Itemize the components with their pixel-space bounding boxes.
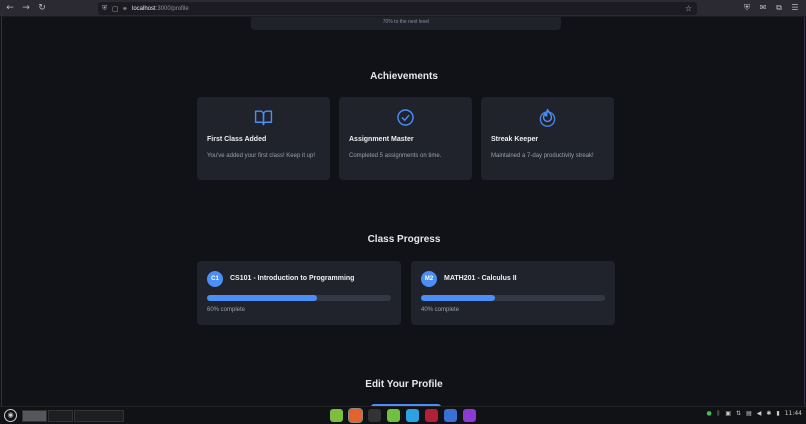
check-circle-icon bbox=[397, 109, 414, 126]
battery-icon[interactable]: ▮ bbox=[776, 410, 779, 417]
edit-profile-title: Edit Your Profile bbox=[365, 379, 443, 390]
connection-icon: ⚭ bbox=[122, 4, 128, 13]
volume-icon[interactable]: ◀ bbox=[757, 410, 762, 417]
workspace-1[interactable] bbox=[22, 410, 47, 422]
pocket-icon[interactable]: ⛨ bbox=[742, 2, 752, 14]
settings-icon[interactable]: ✱ bbox=[766, 410, 771, 417]
achievement-card: Streak Keeper Maintained a 7-day product… bbox=[481, 97, 614, 180]
achievement-title: Assignment Master bbox=[349, 136, 414, 143]
clock: 11:44 bbox=[784, 410, 802, 417]
app-purple-icon[interactable] bbox=[463, 409, 476, 422]
update-icon[interactable]: ● bbox=[707, 410, 712, 417]
achievement-desc: You've added your first class! Keep it u… bbox=[207, 153, 315, 159]
progress-label: 60% complete bbox=[207, 307, 246, 313]
firefox-icon[interactable] bbox=[348, 408, 363, 423]
achievement-card: First Class Added You've added your firs… bbox=[197, 97, 330, 180]
page-content: 70% to the next level Achievements First… bbox=[1, 17, 805, 406]
files-icon[interactable] bbox=[330, 409, 343, 422]
class-name: MATH201 - Calculus II bbox=[444, 275, 517, 282]
achievement-title: Streak Keeper bbox=[491, 136, 539, 143]
app-blue-icon[interactable] bbox=[444, 409, 457, 422]
level-card: 70% to the next level bbox=[251, 17, 561, 30]
page-icon: ▢ bbox=[112, 4, 119, 13]
progress-label: 40% complete bbox=[421, 307, 460, 313]
book-icon bbox=[254, 110, 273, 126]
workspace-2[interactable] bbox=[48, 410, 73, 422]
class-badge: M2 bbox=[421, 271, 437, 287]
achievement-desc: Maintained a 7-day productivity streak! bbox=[491, 153, 594, 159]
browser-toolbar: ← → ↻ ⛨ ▢ ⚭ localhost:3000/profile ☆ ⛨ ✉… bbox=[0, 0, 806, 17]
progress-bar bbox=[207, 295, 391, 301]
notes-icon[interactable]: ▤ bbox=[746, 410, 752, 417]
class-progress-title: Class Progress bbox=[367, 234, 441, 245]
achievement-desc: Completed 5 assignments on time. bbox=[349, 153, 442, 159]
system-tray: ● ᛒ ▣ ⇅ ▤ ◀ ✱ ▮ 11:44 bbox=[707, 410, 803, 417]
forward-icon[interactable]: → bbox=[20, 2, 32, 14]
url-host: localhost bbox=[132, 5, 156, 12]
class-progress-card: M2 MATH201 - Calculus II 40% complete bbox=[411, 261, 615, 325]
clipboard-icon[interactable]: ▣ bbox=[725, 410, 731, 417]
taskbar: ◉ ● ᛒ ▣ ⇅ ▤ ◀ ✱ ▮ 11:44 bbox=[0, 406, 806, 424]
achievement-title: First Class Added bbox=[207, 136, 267, 143]
back-icon[interactable]: ← bbox=[4, 2, 16, 14]
app-red-icon[interactable] bbox=[425, 409, 438, 422]
extension-icon[interactable]: ✉ bbox=[758, 2, 768, 14]
shield-icon: ⛨ bbox=[102, 4, 108, 12]
class-badge: C1 bbox=[207, 271, 223, 287]
editor-icon[interactable] bbox=[387, 409, 400, 422]
url-bar[interactable]: ⛨ ▢ ⚭ localhost:3000/profile ☆ bbox=[98, 2, 697, 15]
progress-fill bbox=[421, 295, 495, 301]
workspace-3[interactable] bbox=[74, 410, 124, 422]
flame-icon bbox=[539, 108, 556, 127]
achievements-title: Achievements bbox=[370, 71, 438, 82]
terminal-icon[interactable] bbox=[368, 409, 381, 422]
class-name: CS101 - Introduction to Programming bbox=[230, 275, 355, 282]
bluetooth-icon[interactable]: ᛒ bbox=[717, 410, 721, 417]
achievement-card: Assignment Master Completed 5 assignment… bbox=[339, 97, 472, 180]
reload-icon[interactable]: ↻ bbox=[36, 2, 48, 14]
extensions-icon[interactable]: ⧉ bbox=[774, 2, 784, 14]
progress-fill bbox=[207, 295, 318, 301]
network-icon[interactable]: ⇅ bbox=[736, 410, 741, 417]
url-path: :3000/profile bbox=[155, 5, 189, 12]
telegram-icon[interactable] bbox=[406, 409, 419, 422]
level-progress-text: 70% to the next level bbox=[382, 19, 430, 25]
menu-icon[interactable]: ☰ bbox=[790, 2, 800, 14]
start-menu-icon[interactable]: ◉ bbox=[4, 409, 17, 422]
bookmark-star-icon[interactable]: ☆ bbox=[685, 4, 692, 13]
progress-bar bbox=[421, 295, 605, 301]
class-progress-card: C1 CS101 - Introduction to Programming 6… bbox=[197, 261, 401, 325]
